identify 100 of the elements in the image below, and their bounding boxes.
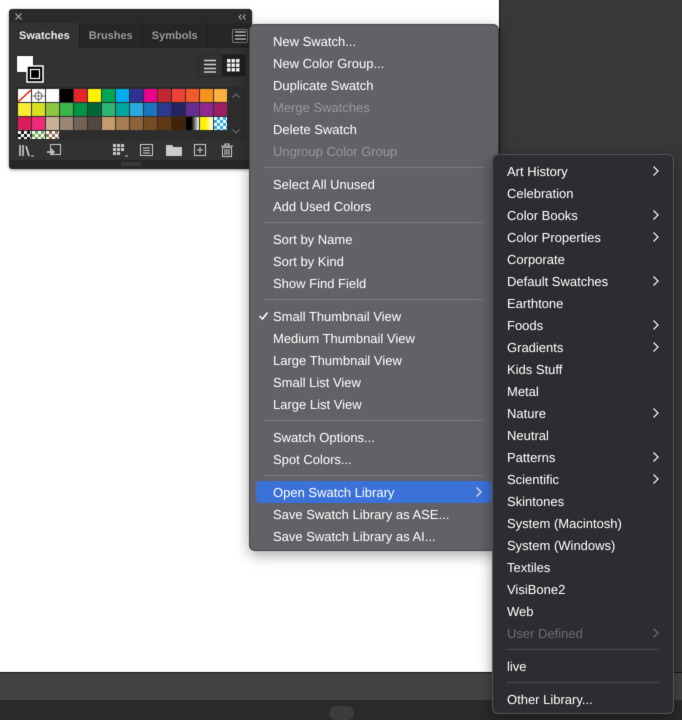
menu-item[interactable]: Corporate bbox=[493, 248, 673, 270]
collapse-icon[interactable] bbox=[238, 14, 246, 20]
menu-item[interactable]: New Swatch... bbox=[256, 30, 492, 52]
color-swatch[interactable] bbox=[158, 117, 171, 130]
close-icon[interactable] bbox=[15, 13, 22, 20]
color-swatch[interactable] bbox=[74, 103, 87, 116]
menu-item[interactable]: Small Thumbnail View bbox=[256, 305, 492, 327]
color-swatch[interactable] bbox=[88, 103, 101, 116]
menu-item[interactable]: Large List View bbox=[256, 393, 492, 415]
color-swatch[interactable] bbox=[46, 117, 59, 130]
gradient-swatch[interactable] bbox=[186, 117, 199, 130]
menu-item[interactable]: VisiBone2 bbox=[493, 578, 673, 600]
color-swatch[interactable] bbox=[186, 89, 199, 102]
menu-item[interactable]: Swatch Options... bbox=[256, 426, 492, 448]
color-swatch[interactable] bbox=[60, 117, 73, 130]
menu-item[interactable]: Save Swatch Library as ASE... bbox=[256, 503, 492, 525]
color-swatch[interactable] bbox=[32, 117, 45, 130]
color-swatch[interactable] bbox=[172, 103, 185, 116]
color-swatch[interactable] bbox=[46, 103, 59, 116]
place-icon[interactable] bbox=[46, 143, 62, 157]
menu-item[interactable]: System (Windows) bbox=[493, 534, 673, 556]
pattern-swatch[interactable] bbox=[214, 117, 227, 130]
menu-item[interactable]: Spot Colors... bbox=[256, 448, 492, 470]
color-swatch[interactable] bbox=[60, 103, 73, 116]
color-swatch[interactable] bbox=[60, 89, 73, 102]
color-swatch[interactable] bbox=[144, 103, 157, 116]
panel-tab[interactable]: Symbols bbox=[142, 23, 208, 48]
menu-item[interactable]: Kids Stuff bbox=[493, 358, 673, 380]
color-swatch[interactable] bbox=[116, 117, 129, 130]
color-swatch[interactable] bbox=[130, 103, 143, 116]
menu-item[interactable]: Scientific bbox=[493, 468, 673, 490]
color-swatch[interactable] bbox=[130, 89, 143, 102]
panel-tab[interactable]: Brushes bbox=[80, 23, 143, 48]
color-swatch[interactable] bbox=[74, 89, 87, 102]
menu-item[interactable]: Celebration bbox=[493, 182, 673, 204]
color-swatch[interactable] bbox=[186, 103, 199, 116]
menu-item[interactable]: Color Properties bbox=[493, 226, 673, 248]
menu-item[interactable]: Metal bbox=[493, 380, 673, 402]
library-icon[interactable] bbox=[19, 143, 35, 157]
color-swatch[interactable] bbox=[88, 89, 101, 102]
color-swatch[interactable] bbox=[158, 89, 171, 102]
menu-item[interactable]: Web bbox=[493, 600, 673, 622]
gradient-swatch[interactable] bbox=[200, 117, 213, 130]
menu-item[interactable]: Other Library... bbox=[493, 688, 673, 710]
menu-item[interactable]: Foods bbox=[493, 314, 673, 336]
menu-item[interactable]: Textiles bbox=[493, 556, 673, 578]
color-swatch[interactable] bbox=[200, 89, 213, 102]
menu-item[interactable]: Save Swatch Library as AI... bbox=[256, 525, 492, 547]
color-swatch[interactable] bbox=[102, 117, 115, 130]
options-icon[interactable] bbox=[139, 143, 155, 157]
menu-item[interactable]: Color Books bbox=[493, 204, 673, 226]
color-swatch[interactable] bbox=[18, 117, 31, 130]
color-swatch[interactable] bbox=[116, 89, 129, 102]
scroll-up-icon[interactable] bbox=[232, 93, 240, 98]
folder-icon[interactable] bbox=[166, 143, 182, 157]
trash-icon[interactable] bbox=[220, 143, 236, 157]
panel-menu-button[interactable] bbox=[232, 28, 248, 42]
color-swatch[interactable] bbox=[88, 117, 101, 130]
color-swatch[interactable] bbox=[74, 117, 87, 130]
menu-item[interactable]: New Color Group... bbox=[256, 52, 492, 74]
menu-item[interactable]: Medium Thumbnail View bbox=[256, 327, 492, 349]
color-swatch[interactable] bbox=[130, 117, 143, 130]
menu-item[interactable]: Sort by Kind bbox=[256, 250, 492, 272]
menu-item[interactable]: Delete Swatch bbox=[256, 118, 492, 140]
menu-item[interactable]: Nature bbox=[493, 402, 673, 424]
menu-item[interactable]: Gradients bbox=[493, 336, 673, 358]
color-swatch[interactable] bbox=[116, 103, 129, 116]
resize-grip-icon[interactable] bbox=[120, 162, 140, 166]
menu-item[interactable]: Duplicate Swatch bbox=[256, 74, 492, 96]
color-swatch[interactable] bbox=[214, 103, 227, 116]
menu-item[interactable]: Earthtone bbox=[493, 292, 673, 314]
menu-item[interactable]: Select All Unused bbox=[256, 173, 492, 195]
color-swatch[interactable] bbox=[46, 89, 59, 102]
color-swatch[interactable] bbox=[144, 89, 157, 102]
color-swatch[interactable] bbox=[172, 117, 185, 130]
color-swatch[interactable] bbox=[102, 103, 115, 116]
menu-item[interactable]: Skintones bbox=[493, 490, 673, 512]
scroll-down-icon[interactable] bbox=[232, 129, 240, 134]
none-swatch[interactable] bbox=[18, 89, 31, 102]
registration-swatch[interactable] bbox=[32, 89, 45, 102]
menu-item[interactable]: Art History bbox=[493, 160, 673, 182]
color-swatch[interactable] bbox=[102, 89, 115, 102]
grid-view-button[interactable] bbox=[222, 55, 245, 76]
menu-item[interactable]: Small List View bbox=[256, 371, 492, 393]
panel-tab[interactable]: Swatches bbox=[10, 23, 80, 48]
color-swatch[interactable] bbox=[214, 89, 227, 102]
menu-item[interactable]: Add Used Colors bbox=[256, 195, 492, 217]
menu-item[interactable]: live bbox=[493, 655, 673, 677]
menu-item[interactable]: Default Swatches bbox=[493, 270, 673, 292]
color-swatch[interactable] bbox=[32, 103, 45, 116]
fill-stroke-icon[interactable] bbox=[16, 55, 44, 83]
color-swatch[interactable] bbox=[200, 103, 213, 116]
menu-item[interactable]: Patterns bbox=[493, 446, 673, 468]
swatch-kind-icon[interactable] bbox=[112, 143, 128, 157]
color-swatch[interactable] bbox=[158, 103, 171, 116]
new-swatch-icon[interactable] bbox=[193, 143, 209, 157]
color-swatch[interactable] bbox=[172, 89, 185, 102]
menu-item[interactable]: Show Find Field bbox=[256, 272, 492, 294]
menu-item[interactable]: Neutral bbox=[493, 424, 673, 446]
menu-item[interactable]: Open Swatch Library bbox=[256, 481, 492, 503]
